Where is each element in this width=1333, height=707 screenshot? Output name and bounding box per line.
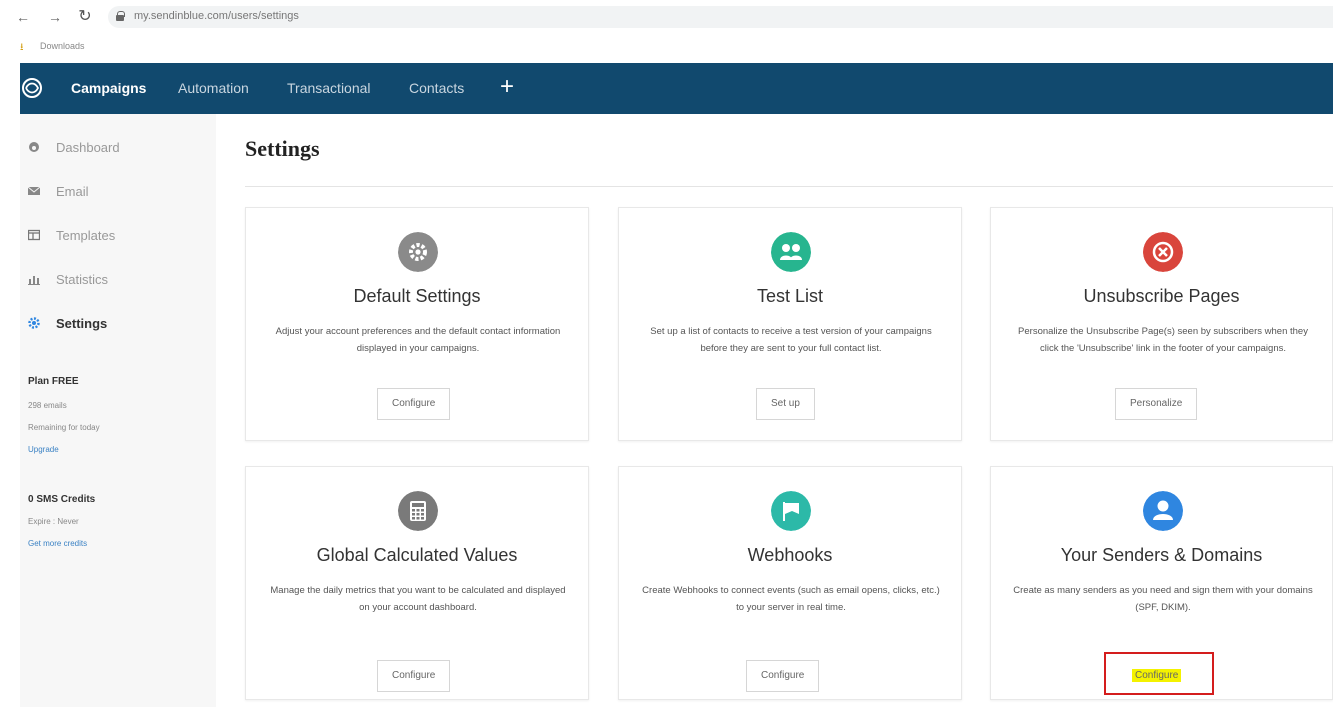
top-navigation: Campaigns Automation Transactional Conta…: [20, 63, 1333, 114]
sendinblue-logo-icon[interactable]: [20, 76, 44, 100]
sidebar-item-label: Email: [56, 183, 89, 199]
card-title: Your Senders & Domains: [1060, 545, 1263, 565]
nav-campaigns[interactable]: Campaigns: [71, 80, 146, 96]
nav-automation[interactable]: Automation: [178, 80, 249, 96]
user-icon: [1143, 491, 1183, 531]
card-description: Manage the daily metrics that you want t…: [270, 585, 566, 613]
sidebar-item-settings[interactable]: Settings: [28, 313, 107, 333]
card-title: Global Calculated Values: [316, 545, 518, 565]
card-description: Adjust your account preferences and the …: [275, 326, 561, 354]
title-divider: [245, 186, 1333, 187]
card-test-list: Test List Set up a list of contacts to r…: [618, 207, 962, 441]
upgrade-link[interactable]: Upgrade: [28, 445, 59, 454]
flag-icon: [771, 491, 811, 531]
card-webhooks: Webhooks Create Webhooks to connect even…: [618, 466, 962, 700]
sidebar-item-email[interactable]: Email: [28, 181, 89, 201]
personalize-button[interactable]: Personalize: [1115, 388, 1198, 420]
plan-title: Plan FREE: [28, 376, 79, 387]
address-bar[interactable]: my.sendinblue.com/users/settings: [108, 6, 1333, 28]
card-description: Create Webhooks to connect events (such …: [642, 585, 940, 613]
configure-button[interactable]: Configure: [746, 660, 820, 692]
nav-contacts[interactable]: Contacts: [409, 80, 464, 96]
gear-icon: [398, 232, 438, 272]
sidebar-item-statistics[interactable]: Statistics: [28, 269, 108, 289]
annotation-highlight-box: [1104, 652, 1214, 695]
card-title: Unsubscribe Pages: [1083, 286, 1240, 306]
card-title: Test List: [756, 286, 824, 306]
reload-icon[interactable]: ↻: [76, 8, 94, 26]
page-title: Settings: [245, 136, 320, 161]
bookmark-downloads[interactable]: Downloads: [40, 41, 85, 51]
sidebar-item-label: Statistics: [56, 271, 109, 287]
card-description: Set up a list of contacts to receive a t…: [650, 326, 932, 354]
configure-button[interactable]: Configure: [377, 660, 451, 692]
sms-expire: Expire : Never: [28, 517, 79, 526]
nav-transactional[interactable]: Transactional: [287, 80, 371, 96]
plan-emails: 298 emails: [28, 401, 67, 410]
sidebar-item-templates[interactable]: Templates: [28, 225, 115, 245]
card-description: Create as many senders as you need and s…: [1013, 585, 1313, 613]
card-global-calculated-values: Global Calculated Values Manage the dail…: [245, 466, 589, 700]
back-icon[interactable]: ←: [14, 8, 32, 26]
email-icon: [28, 186, 40, 195]
card-description: Personalize the Unsubscribe Page(s) seen…: [1018, 326, 1308, 354]
sidebar-item-label: Dashboard: [56, 139, 120, 155]
card-default-settings: Default Settings Adjust your account pre…: [245, 207, 589, 441]
close-circle-icon: [1143, 232, 1183, 272]
plan-remaining: Remaining for today: [28, 423, 100, 432]
sidebar: Dashboard Email Templates Statistics Set…: [20, 114, 216, 707]
card-title: Webhooks: [747, 545, 833, 565]
url-text: my.sendinblue.com/users/settings: [134, 10, 299, 22]
add-icon[interactable]: +: [500, 73, 514, 101]
calculator-icon: [398, 491, 438, 531]
download-icon: ⭳: [20, 42, 24, 53]
sidebar-item-label: Settings: [56, 315, 108, 331]
card-unsubscribe-pages: Unsubscribe Pages Personalize the Unsubs…: [990, 207, 1333, 441]
sidebar-item-label: Templates: [56, 227, 116, 243]
get-credits-link[interactable]: Get more credits: [28, 539, 87, 548]
templates-icon: [28, 229, 40, 241]
sms-title: 0 SMS Credits: [28, 494, 96, 505]
card-title: Default Settings: [353, 286, 481, 306]
users-icon: [771, 232, 811, 272]
statistics-icon: [28, 276, 40, 285]
configure-button[interactable]: Configure: [377, 388, 451, 420]
forward-icon[interactable]: →: [46, 8, 64, 26]
bookmarks-bar: ⭳ Downloads: [0, 36, 1333, 56]
dashboard-icon: [29, 142, 39, 152]
set-up-button[interactable]: Set up: [756, 388, 815, 420]
lock-icon: [116, 11, 125, 21]
sidebar-item-dashboard[interactable]: Dashboard: [28, 137, 120, 157]
gear-icon: [28, 317, 40, 329]
browser-toolbar: ← → ↻ my.sendinblue.com/users/settings: [0, 0, 1333, 36]
